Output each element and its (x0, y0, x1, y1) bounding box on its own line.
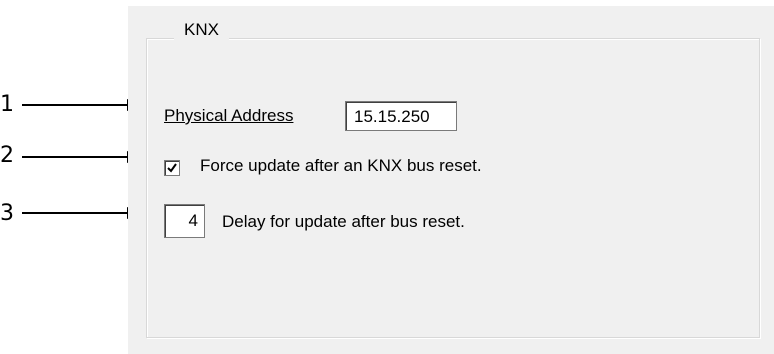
force-update-label[interactable]: Force update after an KNX bus reset. (200, 156, 482, 176)
arrow-2-icon (22, 151, 142, 163)
groupbox-title: KNX (174, 20, 229, 40)
knx-groupbox (146, 38, 760, 338)
force-update-checkbox[interactable] (164, 160, 180, 176)
arrow-3-icon (22, 207, 142, 219)
delay-input[interactable]: 4 (164, 204, 205, 238)
arrow-1-icon (22, 99, 142, 111)
physical-address-label: Physical Address (164, 106, 294, 125)
delay-label: Delay for update after bus reset. (222, 212, 465, 231)
physical-address-input[interactable]: 15.15.250 (345, 101, 457, 131)
settings-panel: KNX Physical Address 15.15.250 Force upd… (128, 6, 774, 354)
checkmark-icon (167, 163, 177, 173)
